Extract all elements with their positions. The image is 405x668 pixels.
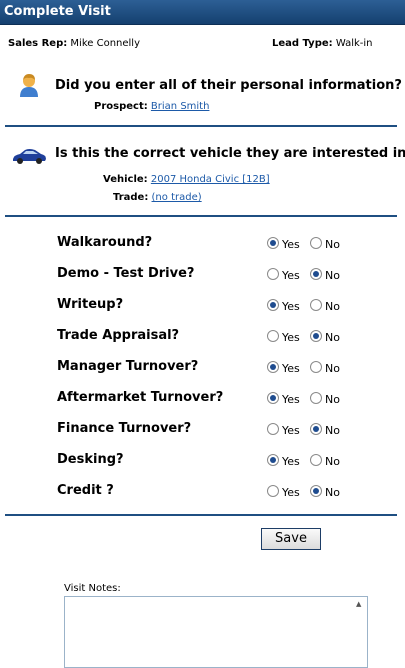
- lead-type-value: Walk-in: [335, 38, 373, 49]
- yes-radio[interactable]: Yes: [267, 391, 300, 406]
- vehicle-link[interactable]: 2007 Honda Civic [12B]: [151, 174, 270, 185]
- yes-radio[interactable]: Yes: [267, 267, 300, 282]
- no-radio[interactable]: No: [310, 484, 340, 499]
- visit-notes-textarea[interactable]: ▲: [64, 596, 368, 668]
- lead-type-label: Lead Type:: [272, 38, 333, 49]
- prospect-link[interactable]: Brian Smith: [151, 101, 210, 112]
- step-row: Manager Turnover? Yes No: [57, 359, 387, 381]
- prospect-row: Prospect: Brian Smith: [94, 101, 209, 112]
- sales-rep-label: Sales Rep:: [8, 38, 68, 49]
- step-label: Desking?: [57, 452, 124, 467]
- step-row: Aftermarket Turnover? Yes No: [57, 390, 387, 412]
- person-icon: [18, 73, 40, 101]
- no-radio[interactable]: No: [310, 236, 340, 251]
- divider: [5, 514, 397, 516]
- no-radio[interactable]: No: [310, 298, 340, 313]
- window-title: Complete Visit: [0, 0, 405, 25]
- step-label: Writeup?: [57, 297, 124, 312]
- prospect-label: Prospect:: [94, 101, 148, 112]
- lead-type-info: Lead Type: Walk-in: [272, 38, 373, 49]
- no-radio[interactable]: No: [310, 267, 340, 282]
- trade-row: Trade: (no trade): [113, 192, 202, 203]
- step-row: Trade Appraisal? Yes No: [57, 328, 387, 350]
- yes-radio[interactable]: Yes: [267, 453, 300, 468]
- step-label: Manager Turnover?: [57, 359, 199, 374]
- trade-link[interactable]: (no trade): [152, 192, 202, 203]
- yes-radio[interactable]: Yes: [267, 422, 300, 437]
- vehicle-label: Vehicle:: [103, 174, 148, 185]
- no-radio[interactable]: No: [310, 329, 340, 344]
- visit-notes-label: Visit Notes:: [64, 583, 121, 594]
- step-row: Credit ? Yes No: [57, 483, 387, 505]
- step-label: Walkaround?: [57, 235, 153, 250]
- no-radio[interactable]: No: [310, 360, 340, 375]
- vehicle-row: Vehicle: 2007 Honda Civic [12B]: [103, 174, 270, 185]
- no-radio[interactable]: No: [310, 422, 340, 437]
- save-button[interactable]: Save: [261, 528, 321, 550]
- divider: [5, 215, 397, 217]
- trade-label: Trade:: [113, 192, 149, 203]
- step-row: Desking? Yes No: [57, 452, 387, 474]
- step-label: Finance Turnover?: [57, 421, 192, 436]
- step-label: Credit ?: [57, 483, 114, 498]
- step-label: Trade Appraisal?: [57, 328, 180, 343]
- no-radio[interactable]: No: [310, 453, 340, 468]
- yes-radio[interactable]: Yes: [267, 360, 300, 375]
- car-icon: [11, 147, 47, 169]
- sales-rep-value: Mike Connelly: [70, 38, 140, 49]
- yes-radio[interactable]: Yes: [267, 236, 300, 251]
- step-row: Writeup? Yes No: [57, 297, 387, 319]
- step-row: Demo - Test Drive? Yes No: [57, 266, 387, 288]
- no-radio[interactable]: No: [310, 391, 340, 406]
- step-row: Finance Turnover? Yes No: [57, 421, 387, 443]
- vehicle-question: Is this the correct vehicle they are int…: [55, 146, 405, 161]
- sales-rep-info: Sales Rep: Mike Connelly: [8, 38, 140, 49]
- yes-radio[interactable]: Yes: [267, 329, 300, 344]
- yes-radio[interactable]: Yes: [267, 484, 300, 499]
- step-label: Aftermarket Turnover?: [57, 390, 224, 405]
- step-row: Walkaround? Yes No: [57, 235, 387, 257]
- step-label: Demo - Test Drive?: [57, 266, 195, 281]
- divider: [5, 125, 397, 127]
- yes-radio[interactable]: Yes: [267, 298, 300, 313]
- personal-info-question: Did you enter all of their personal info…: [55, 78, 402, 93]
- scroll-up-icon[interactable]: ▲: [356, 600, 365, 609]
